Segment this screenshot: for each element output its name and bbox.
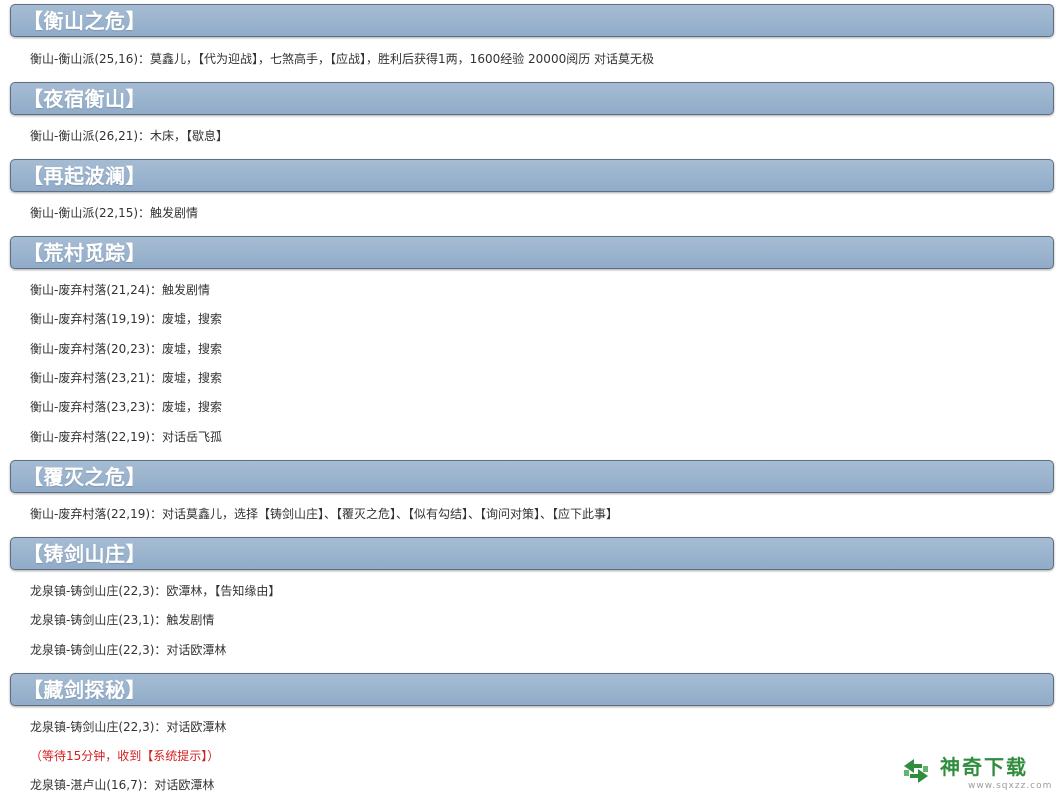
step-line: 衡山-废弃村落(22,19)：对话岳飞孤 [30,430,223,444]
step-line: 衡山-衡山派(25,16)：莫鑫儿，【代为迎战】，七煞高手，【应战】，胜利后获得… [30,52,655,66]
step-line: 龙泉镇-铸剑山庄(22,3)：对话欧潭林 [30,643,227,657]
watermark-brand: 神奇下载 [940,755,1028,779]
section-header: 【覆灭之危】 [10,460,1054,493]
section-header: 【再起波澜】 [10,159,1054,192]
step-line: 衡山-废弃村落(22,19)：对话莫鑫儿，选择【铸剑山庄】、【覆灭之危】、【似有… [30,507,619,521]
section-header: 【铸剑山庄】 [10,537,1054,570]
section-title: 【夜宿衡山】 [23,87,146,111]
note-line: （等待15分钟，收到【系统提示】） [30,749,220,763]
section-title: 【再起波澜】 [23,164,146,188]
step-line: 龙泉镇-铸剑山庄(23,1)：触发剧情 [30,613,215,627]
section-title: 【藏剑探秘】 [23,678,146,702]
section-title: 【铸剑山庄】 [23,542,146,566]
step-line: 龙泉镇-铸剑山庄(22,3)：欧潭林，【告知缘由】 [30,584,281,598]
section-header: 【荒村觅踪】 [10,236,1054,269]
section-header: 【藏剑探秘】 [10,673,1054,706]
section-header: 【衡山之危】 [10,4,1054,37]
step-line: 衡山-衡山派(22,15)：触发剧情 [30,206,199,220]
step-line: 衡山-废弃村落(19,19)：废墟，搜索 [30,312,223,326]
step-line: 衡山-废弃村落(23,21)：废墟，搜索 [30,371,223,385]
step-line: 龙泉镇-铸剑山庄(22,3)：对话欧潭林 [30,720,227,734]
recycle-arrows-icon [904,759,928,783]
step-line: 衡山-废弃村落(21,24)：触发剧情 [30,283,211,297]
step-line: 龙泉镇-湛卢山(16,7)：对话欧潭林 [30,778,215,792]
site-watermark: 神奇下载 www.sqxzz.com [900,752,1053,797]
guide-page: 【衡山之危】 衡山-衡山派(25,16)：莫鑫儿，【代为迎战】，七煞高手，【应战… [0,0,1059,810]
section-title: 【荒村觅踪】 [23,241,146,265]
section-header: 【夜宿衡山】 [10,82,1054,115]
step-line: 衡山-废弃村落(23,23)：废墟，搜索 [30,400,223,414]
section-title: 【衡山之危】 [23,9,146,33]
step-line: 衡山-废弃村落(20,23)：废墟，搜索 [30,342,223,356]
step-line: 衡山-衡山派(26,21)：木床，【歇息】 [30,129,229,143]
watermark-url: www.sqxzz.com [968,781,1053,791]
section-title: 【覆灭之危】 [23,465,146,489]
